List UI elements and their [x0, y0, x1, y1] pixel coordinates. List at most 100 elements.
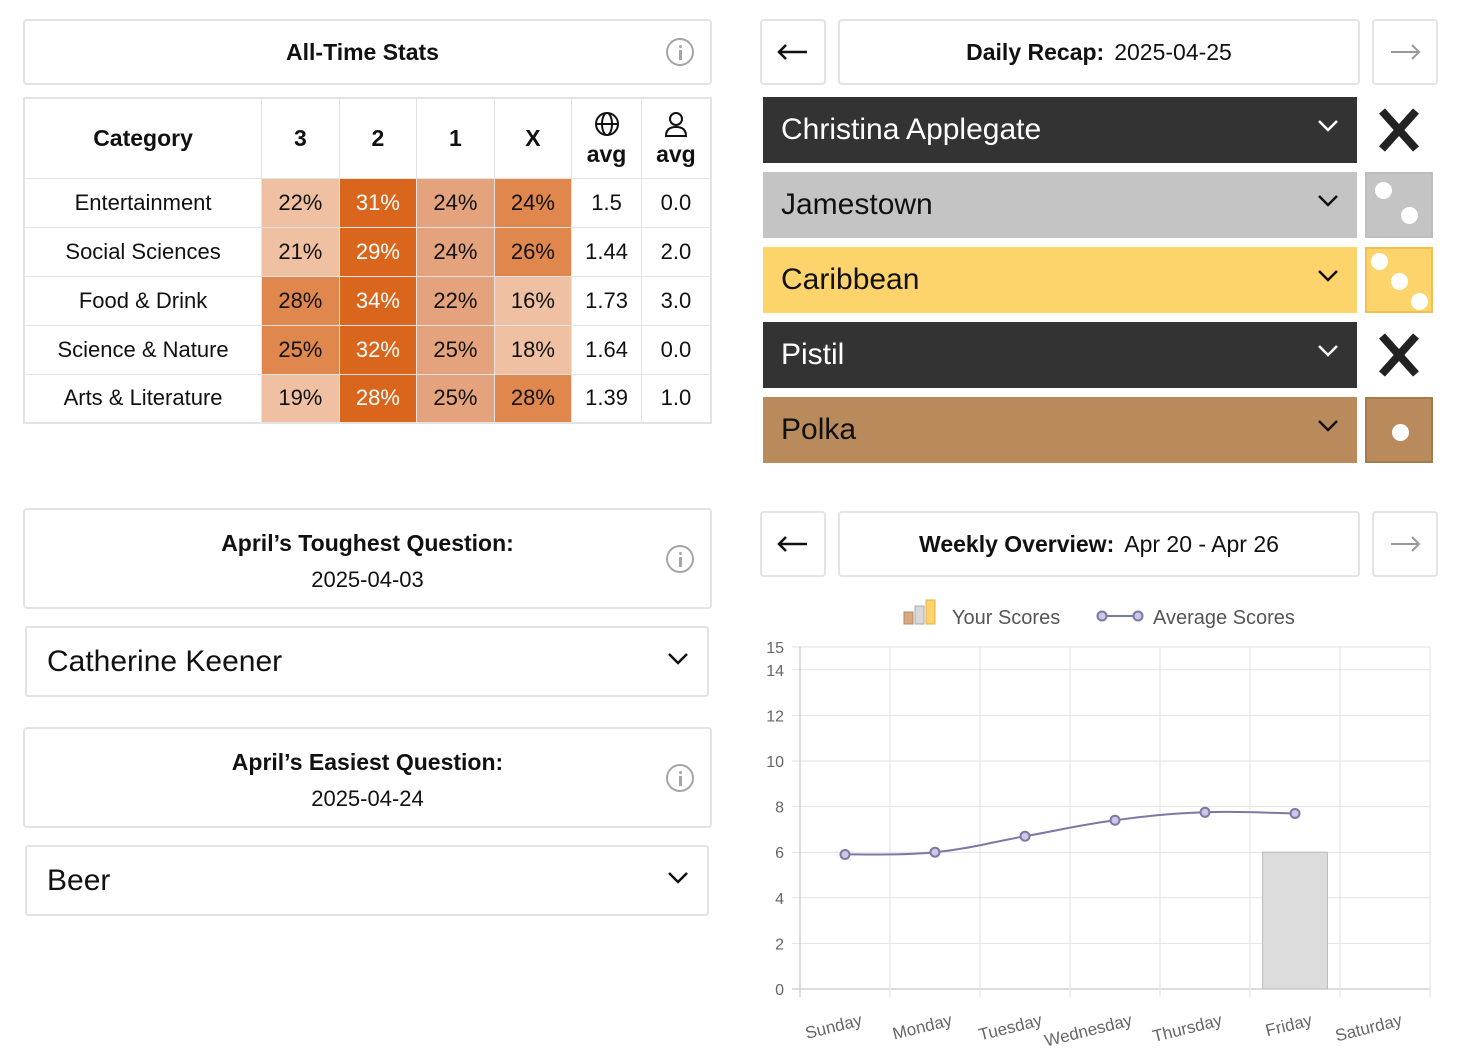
arrow-right-icon [1391, 44, 1421, 60]
answer-dropdown[interactable]: Christina Applegate [763, 97, 1357, 163]
info-icon[interactable] [666, 545, 694, 573]
stats-row: Entertainment 22% 31% 24% 24% 1.5 0.0 [23, 177, 712, 228]
info-icon[interactable] [666, 764, 694, 792]
stats-pct-2: 32% [338, 324, 418, 375]
header-1: 1 [416, 97, 495, 179]
header-3: 3 [261, 97, 340, 179]
arrow-left-icon [777, 536, 807, 552]
easiest-question-date: 2025-04-24 [311, 786, 424, 811]
stats-row: Arts & Literature 19% 28% 25% 28% 1.39 1.0 [23, 373, 712, 424]
x-tick-label: Tuesday [977, 1010, 1045, 1044]
easiest-question-title: April’s Easiest Question: [231, 749, 504, 775]
toughest-question-title: April’s Toughest Question: [221, 530, 514, 556]
stats-user-avg: 1.0 [640, 373, 712, 424]
header-category: Category [23, 97, 263, 179]
stats-pct-1: 25% [416, 373, 495, 424]
weekly-next-button [1372, 511, 1438, 577]
average-point [929, 846, 941, 858]
die-pip [1411, 293, 1428, 310]
stats-pct-1: 25% [416, 324, 495, 375]
chevron-down-icon [1318, 120, 1338, 132]
daily-recap-label: Daily Recap: [966, 38, 1105, 65]
arrow-right-icon [1391, 536, 1421, 552]
daily-recap-date: 2025-04-25 [1114, 38, 1232, 65]
y-tick-label: 14 [766, 663, 784, 680]
all-time-stats-table: Category 3 2 1 X avg avg Entertainment 2… [23, 97, 712, 424]
daily-prev-button[interactable] [760, 19, 826, 85]
stats-pct-x: 18% [493, 324, 573, 375]
answer-text: Jamestown [781, 188, 933, 221]
answer-text: Christina Applegate [781, 113, 1042, 146]
stats-category: Social Sciences [23, 226, 263, 277]
stats-row: Social Sciences 21% 29% 24% 26% 1.44 2.0 [23, 226, 712, 277]
stats-row: Science & Nature 25% 32% 25% 18% 1.64 0.0 [23, 324, 712, 375]
stats-pct-x: 26% [493, 226, 573, 277]
daily-recap-header: Daily Recap: 2025-04-25 [838, 19, 1360, 85]
average-point [1199, 806, 1211, 818]
average-point [839, 848, 851, 860]
toughest-answer-dropdown[interactable]: Catherine Keener [25, 626, 709, 697]
stats-user-avg: 0.0 [640, 177, 712, 228]
header-user-avg: avg [640, 97, 712, 179]
toughest-question-card: April’s Toughest Question: 2025-04-03 [23, 508, 712, 609]
user-avg-label: avg [656, 140, 696, 167]
legend-average-swatch [1096, 610, 1144, 622]
chart-bars [1262, 851, 1328, 990]
y-tick-label: 2 [775, 936, 784, 953]
stats-pct-1: 22% [416, 275, 495, 326]
all-time-stats-title: All-Time Stats [286, 38, 439, 65]
x-tick-label: Sunday [803, 1010, 864, 1043]
y-tick-label: 8 [775, 800, 784, 817]
stats-pct-2: 28% [338, 373, 418, 424]
daily-next-button [1372, 19, 1438, 85]
weekly-prev-button[interactable] [760, 511, 826, 577]
x-tick-label: Friday [1264, 1010, 1315, 1040]
stats-pct-x: 24% [493, 177, 573, 228]
chart-y-ticks: 0 2 4 6 8 10 12 14 15 [766, 640, 784, 999]
answer-dropdown[interactable]: Jamestown [763, 172, 1357, 238]
header-x: X [493, 97, 573, 179]
die-pip [1391, 273, 1408, 290]
answer-dropdown[interactable]: Polka [763, 397, 1357, 463]
average-point [1019, 830, 1031, 842]
stats-category: Arts & Literature [23, 373, 263, 424]
stats-row: Food & Drink 28% 34% 22% 16% 1.73 3.0 [23, 275, 712, 326]
info-icon[interactable] [666, 38, 694, 66]
weekly-overview-header: Weekly Overview: Apr 20 - Apr 26 [838, 511, 1360, 577]
legend-your-scores-swatch [903, 599, 936, 625]
toughest-question-date: 2025-04-03 [311, 567, 424, 592]
result-die-3 [1365, 247, 1433, 313]
user-icon [664, 111, 687, 137]
stats-pct-x: 28% [493, 373, 573, 424]
chevron-down-icon [668, 872, 688, 884]
result-x-mark [1365, 97, 1433, 163]
toughest-answer-text: Catherine Keener [47, 644, 283, 678]
x-icon [1379, 333, 1419, 377]
stats-pct-1: 24% [416, 177, 495, 228]
global-avg-label: avg [586, 140, 627, 167]
weekly-chart: Your Scores Average Scores 0 2 4 6 8 10 12 14 15… [766, 599, 1431, 1051]
y-tick-label: 0 [775, 982, 784, 999]
result-die-1 [1365, 397, 1433, 463]
answer-dropdown[interactable]: Pistil [763, 322, 1357, 388]
chevron-down-icon [1318, 195, 1338, 207]
die-pip [1375, 182, 1392, 199]
y-tick-label: 12 [766, 708, 784, 725]
answer-dropdown[interactable]: Caribbean [763, 247, 1357, 313]
stats-global-avg: 1.73 [571, 275, 642, 326]
easiest-answer-text: Beer [47, 863, 111, 897]
x-tick-label: Monday [891, 1010, 955, 1043]
y-tick-label: 10 [766, 754, 784, 771]
die-pip [1401, 207, 1418, 224]
easiest-question-card: April’s Easiest Question: 2025-04-24 [23, 727, 712, 828]
legend-average-scores: Average Scores [1153, 607, 1295, 629]
answer-text: Pistil [781, 338, 845, 371]
chevron-down-icon [1318, 420, 1338, 432]
stats-pct-2: 31% [338, 177, 418, 228]
all-time-stats-header: All-Time Stats [23, 19, 712, 85]
chevron-down-icon [668, 653, 688, 665]
easiest-answer-dropdown[interactable]: Beer [25, 845, 709, 916]
x-tick-label: Wednesday [1043, 1010, 1135, 1050]
header-2: 2 [338, 97, 418, 179]
stats-pct-x: 16% [493, 275, 573, 326]
